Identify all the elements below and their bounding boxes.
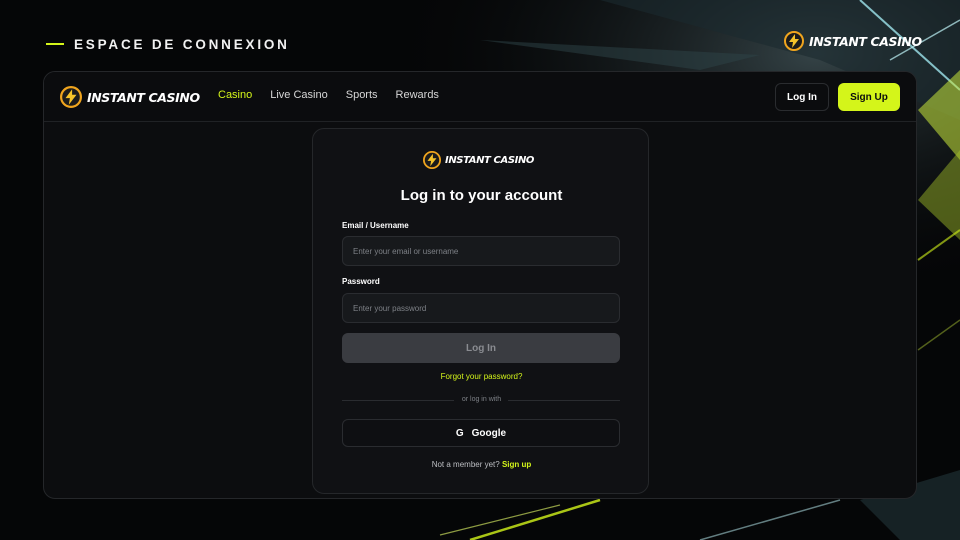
- nav-links: Casino Live Casino Sports Rewards: [218, 89, 457, 101]
- login-title: Log in to your account: [400, 187, 563, 204]
- login-submit-button[interactable]: Log In: [342, 333, 620, 363]
- signup-prompt: Not a member yet?: [431, 460, 500, 469]
- nav-signup-button[interactable]: Sign Up: [838, 83, 900, 111]
- signup-link[interactable]: Sign up: [502, 460, 531, 469]
- password-label: Password: [342, 277, 380, 286]
- lightning-coin-icon: [60, 86, 82, 108]
- email-label: Email / Username: [342, 221, 409, 230]
- page-header: ESPACE DE CONNEXION: [46, 34, 290, 54]
- navbar: INSTANT CASINO Casino Live Casino Sports…: [44, 72, 916, 122]
- password-input[interactable]: [342, 293, 620, 323]
- page-title: ESPACE DE CONNEXION: [74, 36, 290, 52]
- google-icon: G: [455, 427, 464, 439]
- nav-link-sports[interactable]: Sports: [346, 89, 378, 101]
- card-brand-name: INSTANT CASINO: [445, 154, 535, 166]
- app-window: INSTANT CASINO Casino Live Casino Sports…: [43, 71, 917, 499]
- nav-link-live-casino[interactable]: Live Casino: [270, 89, 327, 101]
- nav-link-casino[interactable]: Casino: [218, 89, 252, 101]
- nav-login-button[interactable]: Log In: [775, 83, 829, 111]
- lightning-coin-icon: [784, 31, 804, 51]
- signup-row: Not a member yet? Sign up: [313, 460, 650, 469]
- header-accent-line: [46, 43, 64, 45]
- nav-logo[interactable]: INSTANT CASINO: [60, 86, 200, 108]
- brand-name: INSTANT CASINO: [809, 33, 922, 49]
- google-label: Google: [471, 427, 507, 439]
- lightning-coin-icon: [423, 151, 441, 169]
- google-login-button[interactable]: G Google: [342, 419, 620, 447]
- forgot-password-link[interactable]: Forgot your password?: [313, 372, 650, 381]
- card-logo: INSTANT CASINO: [423, 151, 534, 169]
- email-input[interactable]: [342, 236, 620, 266]
- top-brand-logo: INSTANT CASINO: [784, 31, 922, 51]
- divider-line-right: [508, 400, 620, 401]
- nav-link-rewards[interactable]: Rewards: [396, 89, 439, 101]
- nav-brand-name: INSTANT CASINO: [87, 89, 200, 105]
- login-card: INSTANT CASINO Log in to your account Em…: [312, 128, 649, 494]
